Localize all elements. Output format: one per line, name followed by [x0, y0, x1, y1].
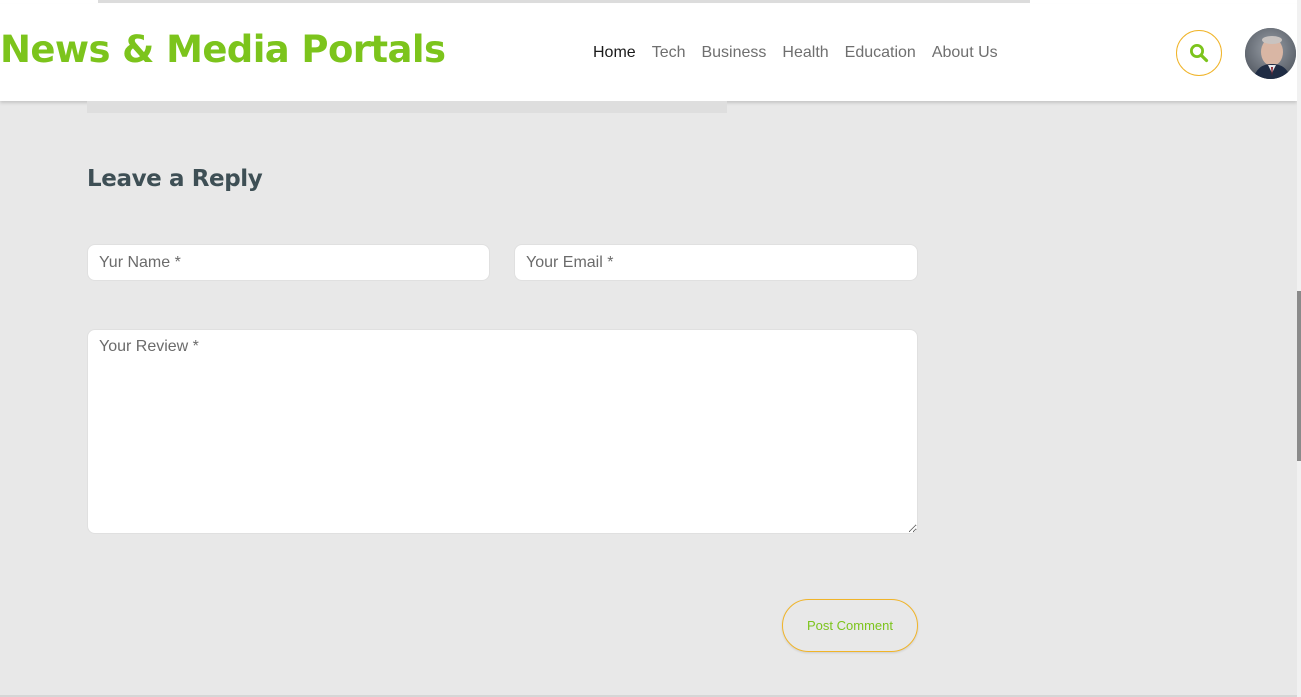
- post-comment-button[interactable]: Post Comment: [782, 599, 918, 652]
- scroll-up-icon[interactable]: [1297, 14, 1301, 20]
- reply-heading: Leave a Reply: [87, 166, 263, 192]
- name-input[interactable]: [87, 244, 490, 281]
- site-logo[interactable]: News & Media Portals: [0, 28, 446, 71]
- scroll-down-icon[interactable]: [1297, 678, 1301, 684]
- nav-item-about-us[interactable]: About Us: [932, 44, 998, 62]
- nav-item-business[interactable]: Business: [701, 44, 766, 62]
- review-textarea[interactable]: [87, 329, 918, 534]
- previous-content-edge: [98, 0, 1030, 3]
- email-input[interactable]: [514, 244, 918, 281]
- avatar[interactable]: [1245, 28, 1296, 79]
- nav-item-education[interactable]: Education: [845, 44, 916, 62]
- scrollbar[interactable]: [1297, 0, 1301, 697]
- nav-item-health[interactable]: Health: [782, 44, 828, 62]
- previous-content-box: [87, 101, 727, 113]
- main-nav: Home Tech Business Health Education Abou…: [593, 44, 1014, 62]
- scroll-thumb[interactable]: [1297, 291, 1301, 461]
- nav-item-home[interactable]: Home: [593, 44, 636, 62]
- search-button[interactable]: [1176, 30, 1222, 76]
- user-avatar-icon: [1245, 28, 1296, 79]
- search-icon: [1190, 44, 1209, 63]
- site-header: News & Media Portals Home Tech Business …: [0, 4, 1297, 101]
- nav-item-tech[interactable]: Tech: [652, 44, 686, 62]
